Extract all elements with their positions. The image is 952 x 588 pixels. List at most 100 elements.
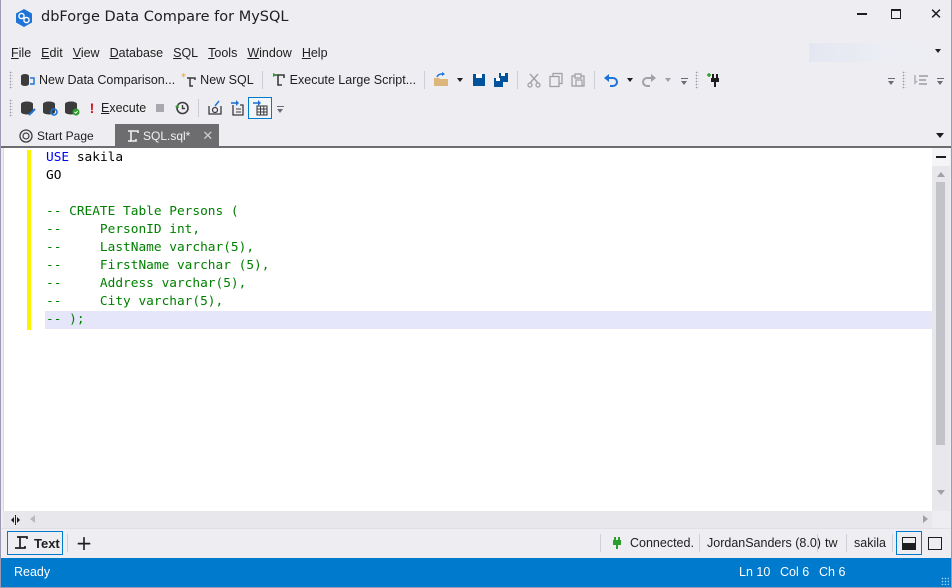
scroll-down-icon[interactable]: [937, 490, 945, 495]
document-tabs: Start Page SQL.sql* ✕: [1, 124, 951, 147]
sql-editor[interactable]: USE sakila GO -- CREATE Table Persons (-- …: [3, 148, 933, 511]
menu-view[interactable]: View: [68, 46, 105, 60]
redo-dropdown-icon[interactable]: [665, 77, 672, 82]
close-icon: ✕: [929, 4, 943, 23]
menu-label: QL: [181, 46, 199, 60]
toolbar-overflow-icon[interactable]: [887, 75, 896, 85]
scroll-left-icon[interactable]: [30, 515, 35, 523]
export-document-button[interactable]: [226, 97, 248, 119]
format-icon: [913, 72, 929, 88]
new-connection-button[interactable]: [703, 69, 725, 91]
menu-help[interactable]: Help: [297, 46, 333, 60]
export-grid-icon: [252, 99, 268, 116]
horizontal-scrollbar[interactable]: [3, 511, 932, 528]
toolbar-overflow-icon[interactable]: [680, 75, 689, 85]
email-icon: [207, 100, 223, 116]
new-data-comparison-label: New Data Comparison...: [39, 72, 176, 87]
redo-button[interactable]: [638, 69, 660, 91]
paste-button[interactable]: [567, 69, 589, 91]
code-line[interactable]: -- PersonID int,: [45, 221, 933, 239]
toolbar-grip[interactable]: [695, 70, 700, 89]
cut-button[interactable]: [523, 69, 545, 91]
execute-button[interactable]: ! Execute: [83, 97, 149, 119]
code-line[interactable]: GO: [45, 167, 933, 185]
copy-button[interactable]: [545, 69, 567, 91]
menu-file[interactable]: File: [6, 46, 36, 60]
execute-large-script-button[interactable]: Execute Large Script...: [268, 69, 419, 91]
split-editor-button[interactable]: [932, 148, 950, 166]
text-view-button[interactable]: Text: [7, 531, 63, 555]
maximize-button[interactable]: [881, 4, 911, 24]
paste-icon: [570, 72, 586, 88]
menu-tools[interactable]: Tools: [203, 46, 242, 60]
code-line[interactable]: -- LastName varchar(5),: [45, 239, 933, 257]
redo-icon: [641, 72, 657, 88]
format-button[interactable]: [910, 69, 932, 91]
toolbar-grip[interactable]: [9, 70, 13, 89]
stop-button[interactable]: [149, 97, 171, 119]
menu-window[interactable]: Window: [242, 46, 296, 60]
toolbar-overflow-icon[interactable]: [936, 75, 945, 85]
quick-search-dropdown-icon[interactable]: [935, 49, 941, 53]
scroll-right-icon[interactable]: [923, 515, 928, 523]
new-sql-button[interactable]: * New SQL: [178, 69, 257, 91]
sql-comment: -- PersonID int,: [46, 222, 201, 237]
code-line[interactable]: -- City varchar(5),: [45, 293, 933, 311]
save-all-button[interactable]: [490, 69, 512, 91]
tab-start-page[interactable]: Start Page: [10, 124, 102, 147]
database-name[interactable]: sakila: [854, 534, 886, 552]
undo-button[interactable]: [600, 69, 622, 91]
close-button[interactable]: ✕: [921, 4, 951, 24]
split-panel-icon: [902, 536, 916, 550]
tab-label: SQL.sql*: [143, 128, 191, 143]
code-line[interactable]: [45, 185, 933, 203]
code-line[interactable]: -- );: [45, 311, 933, 329]
split-layout-button[interactable]: [896, 531, 922, 555]
test-connection-button[interactable]: [61, 97, 83, 119]
menu-label: elp: [310, 46, 328, 60]
toolbar-grip[interactable]: [902, 70, 906, 89]
minimize-button[interactable]: [847, 4, 877, 24]
code-line[interactable]: -- FirstName varchar (5),: [45, 257, 933, 275]
refresh-connection-button[interactable]: [39, 97, 61, 119]
history-button[interactable]: [171, 97, 193, 119]
single-layout-button[interactable]: [922, 531, 948, 555]
user-name[interactable]: tw: [825, 534, 838, 552]
new-data-comparison-button[interactable]: New Data Comparison...: [17, 69, 178, 91]
code-line[interactable]: -- Address varchar(5),: [45, 275, 933, 293]
toolbar-grip[interactable]: [9, 98, 13, 117]
cut-icon: [526, 72, 542, 88]
text-document-icon: [13, 535, 29, 551]
vertical-scrollbar[interactable]: [932, 148, 950, 511]
export-grid-button[interactable]: [248, 96, 273, 119]
toolbar-overflow-icon[interactable]: [276, 103, 285, 113]
menu-mnemonic: W: [247, 46, 260, 60]
menu-edit[interactable]: Edit: [36, 46, 68, 60]
resize-grip[interactable]: [941, 577, 949, 585]
text-view-label: Text: [34, 535, 60, 551]
undo-dropdown-icon[interactable]: [627, 77, 634, 82]
menu-sql[interactable]: SQL: [168, 46, 203, 60]
edit-connection-button[interactable]: [17, 97, 39, 119]
quick-search-box[interactable]: [809, 43, 939, 62]
code-area[interactable]: USE sakila GO -- CREATE Table Persons (-- …: [45, 149, 933, 329]
scroll-thumb[interactable]: [936, 182, 945, 445]
connection-name[interactable]: JordanSanders (8.0): [707, 534, 821, 552]
send-email-button[interactable]: [204, 97, 226, 119]
open-button[interactable]: [430, 69, 452, 91]
add-view-button[interactable]: +: [75, 532, 93, 554]
close-tab-icon[interactable]: ✕: [202, 128, 213, 144]
save-button[interactable]: [468, 69, 490, 91]
editor-gutter: [4, 148, 26, 511]
tab-sql-file[interactable]: SQL.sql* ✕: [115, 124, 219, 147]
code-line[interactable]: -- CREATE Table Persons (: [45, 203, 933, 221]
horizontal-split-icon[interactable]: [7, 513, 23, 526]
tab-list-dropdown-icon[interactable]: [936, 133, 944, 138]
toolbar-separator: [594, 70, 596, 89]
scroll-up-icon[interactable]: [937, 172, 945, 177]
code-line[interactable]: USE sakila: [45, 149, 933, 167]
open-dropdown-icon[interactable]: [457, 77, 464, 82]
sql-comment: -- FirstName varchar (5),: [46, 258, 270, 273]
split-icon: [936, 156, 946, 158]
menu-database[interactable]: Database: [105, 46, 169, 60]
